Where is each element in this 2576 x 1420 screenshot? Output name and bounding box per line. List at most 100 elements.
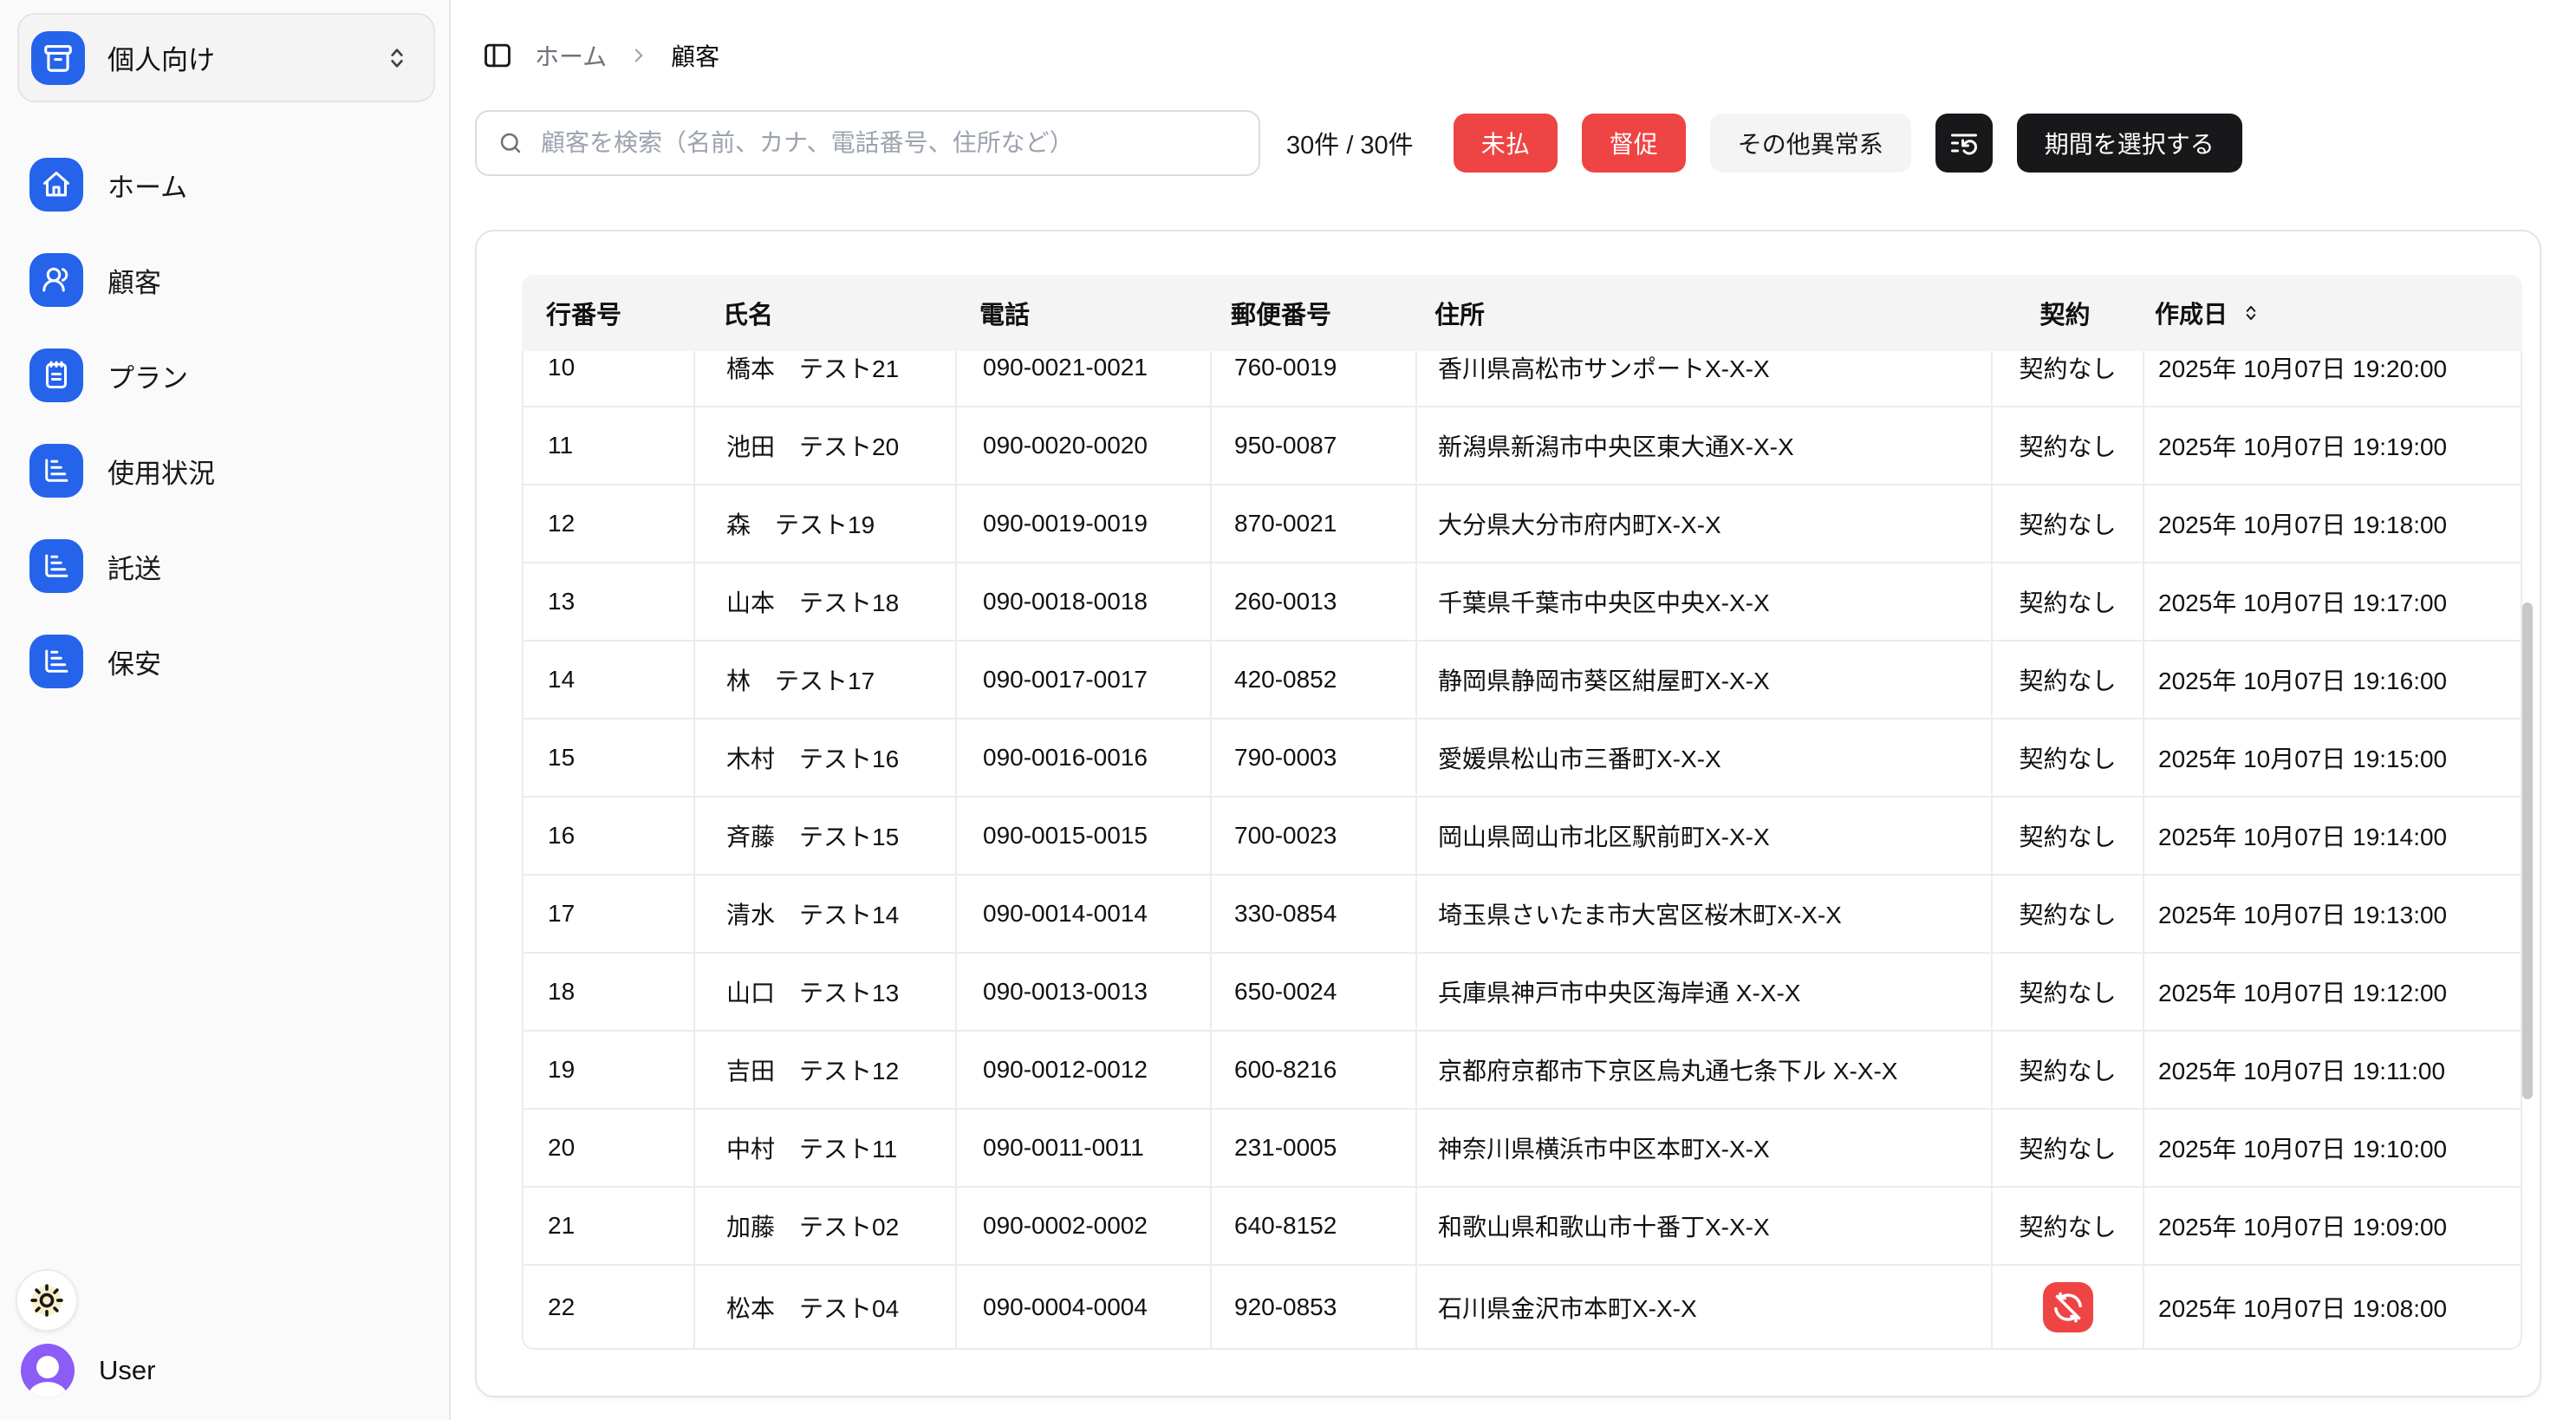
table-row[interactable]: 21 加藤 テスト02 090-0002-0002 640-8152 和歌山県和… bbox=[524, 1188, 2521, 1266]
cell-created-at: 2025年 10月07日 19:14:00 bbox=[2143, 798, 2522, 874]
table-body: 10 橋本 テスト21 090-0021-0021 760-0019 香川県高松… bbox=[522, 351, 2522, 1350]
sidebar-item-home[interactable]: ホーム bbox=[17, 137, 435, 232]
table-row[interactable]: 12 森 テスト19 090-0019-0019 870-0021 大分県大分市… bbox=[524, 485, 2521, 563]
sidebar-item-security[interactable]: 保安 bbox=[17, 614, 435, 709]
main-content: ホーム 顧客 30件 / 30件 未払 督促 その他異常系 期間を選択する 行番… bbox=[452, 0, 2576, 1420]
user-menu[interactable]: User bbox=[21, 1344, 155, 1397]
table-row[interactable]: 15 木村 テスト16 090-0016-0016 790-0003 愛媛県松山… bbox=[524, 720, 2521, 798]
column-header-contract: 契約 bbox=[1989, 295, 2141, 331]
customer-table: 行番号氏名電話郵便番号住所契約作成日 10 橋本 テスト21 090-0021-… bbox=[522, 275, 2522, 1350]
user-name: User bbox=[99, 1355, 155, 1386]
table-row[interactable]: 13 山本 テスト18 090-0018-0018 260-0013 千葉県千葉… bbox=[524, 563, 2521, 642]
chart-icon bbox=[29, 444, 83, 498]
cell-name: 林 テスト17 bbox=[693, 642, 955, 718]
column-header-label: 電話 bbox=[979, 295, 1030, 331]
cell-postal-code: 330-0854 bbox=[1210, 876, 1415, 952]
toolbar: 30件 / 30件 未払 督促 その他異常系 期間を選択する bbox=[475, 109, 2242, 177]
cell-created-at: 2025年 10月07日 19:19:00 bbox=[2143, 407, 2522, 484]
table-row[interactable]: 11 池田 テスト20 090-0020-0020 950-0087 新潟県新潟… bbox=[524, 407, 2521, 485]
search-box bbox=[475, 110, 1260, 176]
cell-name: 吉田 テスト12 bbox=[693, 1032, 955, 1108]
cell-contract: 契約なし bbox=[1991, 563, 2143, 640]
users-icon bbox=[29, 253, 83, 307]
column-header-label: 作成日 bbox=[2155, 296, 2228, 330]
other-anomaly-filter-button[interactable]: その他異常系 bbox=[1710, 114, 1911, 173]
column-header-row-number: 行番号 bbox=[522, 295, 692, 331]
cell-address: 大分県大分市府内町X-X-X bbox=[1415, 485, 1991, 562]
cell-phone: 090-0017-0017 bbox=[955, 642, 1210, 718]
sidebar-item-label: プラン bbox=[107, 356, 188, 395]
cell-address: 静岡県静岡市葵区紺屋町X-X-X bbox=[1415, 642, 1991, 718]
cell-row-number: 18 bbox=[524, 954, 693, 1030]
cell-address: 兵庫県神戸市中央区海岸通 X-X-X bbox=[1415, 954, 1991, 1030]
cell-row-number: 16 bbox=[524, 798, 693, 874]
select-period-button[interactable]: 期間を選択する bbox=[2017, 114, 2242, 173]
cell-row-number: 21 bbox=[524, 1188, 693, 1264]
panel-left-icon[interactable] bbox=[481, 39, 514, 72]
cell-address: 和歌山県和歌山市十番丁X-X-X bbox=[1415, 1188, 1991, 1264]
cell-name: 山口 テスト13 bbox=[693, 954, 955, 1030]
sidebar-nav: ホーム顧客プラン使用状況託送保安 bbox=[17, 137, 435, 709]
column-header-label: 住所 bbox=[1434, 295, 1485, 331]
breadcrumb-current: 顧客 bbox=[671, 38, 719, 73]
sidebar-item-label: 顧客 bbox=[107, 261, 161, 300]
table-row[interactable]: 20 中村 テスト11 090-0011-0011 231-0005 神奈川県横… bbox=[524, 1110, 2521, 1188]
customer-table-card: 行番号氏名電話郵便番号住所契約作成日 10 橋本 テスト21 090-0021-… bbox=[475, 230, 2541, 1397]
cell-address: 千葉県千葉市中央区中央X-X-X bbox=[1415, 563, 1991, 640]
cell-phone: 090-0020-0020 bbox=[955, 407, 1210, 484]
reset-filters-button[interactable] bbox=[1935, 114, 1993, 173]
table-row[interactable]: 22 松本 テスト04 090-0004-0004 920-0853 石川県金沢… bbox=[524, 1266, 2521, 1349]
cell-contract: 契約なし bbox=[1991, 407, 2143, 484]
sidebar-item-transmission[interactable]: 託送 bbox=[17, 518, 435, 614]
table-row[interactable]: 17 清水 テスト14 090-0014-0014 330-0854 埼玉県さい… bbox=[524, 876, 2521, 954]
sidebar-item-label: 使用状況 bbox=[107, 452, 215, 491]
cell-created-at: 2025年 10月07日 19:10:00 bbox=[2143, 1110, 2522, 1186]
cell-row-number: 20 bbox=[524, 1110, 693, 1186]
cell-contract: 契約なし bbox=[1991, 642, 2143, 718]
search-input[interactable] bbox=[539, 128, 1238, 158]
cell-postal-code: 870-0021 bbox=[1210, 485, 1415, 562]
chart-icon bbox=[29, 635, 83, 688]
cell-contract: 契約なし bbox=[1991, 954, 2143, 1030]
sidebar-item-plans[interactable]: プラン bbox=[17, 328, 435, 423]
cell-address: 埼玉県さいたま市大宮区桜木町X-X-X bbox=[1415, 876, 1991, 952]
archive-icon bbox=[31, 31, 85, 85]
sidebar-item-usage[interactable]: 使用状況 bbox=[17, 423, 435, 518]
table-row[interactable]: 16 斉藤 テスト15 090-0015-0015 700-0023 岡山県岡山… bbox=[524, 798, 2521, 876]
column-header-label: 氏名 bbox=[723, 295, 773, 331]
cell-name: 斉藤 テスト15 bbox=[693, 798, 955, 874]
cell-name: 松本 テスト04 bbox=[693, 1266, 955, 1349]
cell-phone: 090-0019-0019 bbox=[955, 485, 1210, 562]
workspace-switcher[interactable]: 個人向け bbox=[17, 13, 435, 102]
cell-address: 愛媛県松山市三番町X-X-X bbox=[1415, 720, 1991, 796]
cell-contract: 契約なし bbox=[1991, 1032, 2143, 1108]
cell-contract: 契約なし bbox=[1991, 720, 2143, 796]
reminder-filter-button[interactable]: 督促 bbox=[1582, 114, 1686, 173]
cell-created-at: 2025年 10月07日 19:08:00 bbox=[2143, 1266, 2522, 1349]
cell-created-at: 2025年 10月07日 19:20:00 bbox=[2143, 351, 2522, 406]
cell-postal-code: 950-0087 bbox=[1210, 407, 1415, 484]
cell-postal-code: 420-0852 bbox=[1210, 642, 1415, 718]
clipboard-icon bbox=[29, 348, 83, 402]
column-header-created-at[interactable]: 作成日 bbox=[2141, 296, 2522, 330]
cell-row-number: 17 bbox=[524, 876, 693, 952]
cell-address: 神奈川県横浜市中区本町X-X-X bbox=[1415, 1110, 1991, 1186]
sidebar: 個人向け ホーム顧客プラン使用状況託送保安 User bbox=[0, 0, 451, 1420]
cell-row-number: 10 bbox=[524, 351, 693, 406]
table-row[interactable]: 10 橋本 テスト21 090-0021-0021 760-0019 香川県高松… bbox=[524, 351, 2521, 407]
table-header-row: 行番号氏名電話郵便番号住所契約作成日 bbox=[522, 275, 2522, 351]
vertical-scrollbar-thumb[interactable] bbox=[2522, 603, 2533, 1099]
table-row[interactable]: 19 吉田 テスト12 090-0012-0012 600-8216 京都府京都… bbox=[524, 1032, 2521, 1110]
column-header-name: 氏名 bbox=[692, 295, 953, 331]
cell-row-number: 22 bbox=[524, 1266, 693, 1349]
column-header-label: 行番号 bbox=[546, 295, 621, 331]
sun-icon bbox=[27, 1280, 67, 1320]
table-row[interactable]: 14 林 テスト17 090-0017-0017 420-0852 静岡県静岡市… bbox=[524, 642, 2521, 720]
sidebar-item-customers[interactable]: 顧客 bbox=[17, 232, 435, 328]
sidebar-item-label: ホーム bbox=[107, 166, 187, 205]
chart-icon bbox=[29, 539, 83, 593]
table-row[interactable]: 18 山口 テスト13 090-0013-0013 650-0024 兵庫県神戸… bbox=[524, 954, 2521, 1032]
theme-toggle-button[interactable] bbox=[16, 1269, 78, 1332]
breadcrumb-home[interactable]: ホーム bbox=[535, 38, 607, 73]
unpaid-filter-button[interactable]: 未払 bbox=[1454, 114, 1558, 173]
